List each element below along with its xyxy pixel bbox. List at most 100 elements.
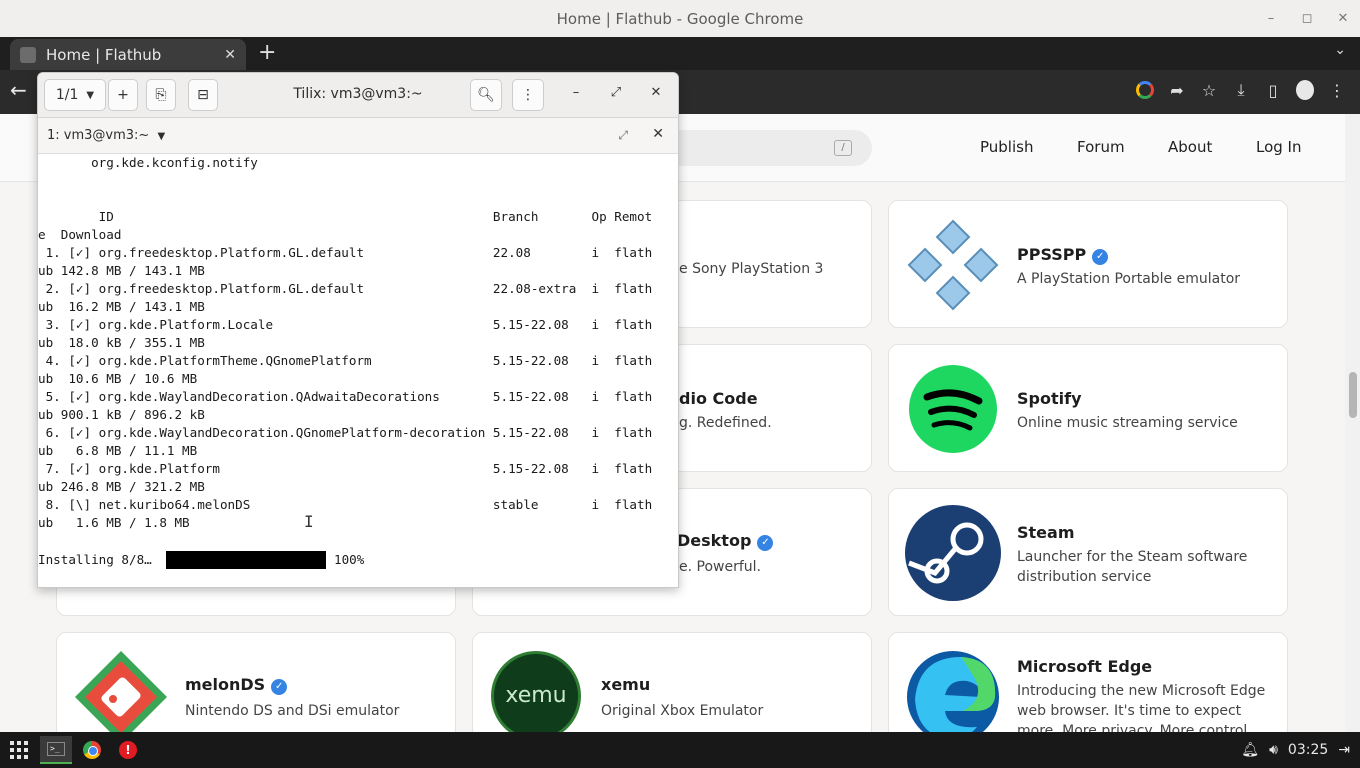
terminal-icon: >_ <box>47 742 65 756</box>
app-card-ppsspp[interactable]: PPSSPP ✓ A PlayStation Portable emulator <box>888 200 1288 328</box>
verified-check-icon: ✓ <box>271 679 288 695</box>
nav-about[interactable]: About <box>1168 138 1212 156</box>
nav-login[interactable]: Log In <box>1256 138 1302 156</box>
plus-icon: + <box>117 87 129 103</box>
tilix-title: Tilix: vm3@vm3:~ <box>293 86 423 102</box>
volume-icon[interactable]: 🔊︎ <box>1269 742 1278 758</box>
menu-kebab-icon: ⋮ <box>521 87 535 103</box>
side-panel-icon[interactable]: ▯ <box>1264 81 1282 100</box>
split-right-button[interactable]: ⎘ <box>146 79 176 111</box>
close-terminal-icon[interactable]: ✕ <box>652 126 664 142</box>
terminal-line: 5. [✓] org.kde.WaylandDecoration.QAdwait… <box>38 389 653 404</box>
tilix-maximize-button[interactable]: ⤢ <box>606 85 626 100</box>
toolbar-icons: ➦ ☆ ⤓ ▯ ⋮ <box>1136 80 1346 100</box>
text-cursor-icon: I <box>304 512 314 531</box>
app-card-xemu[interactable]: xemu xemu Original Xbox Emulator <box>472 632 872 732</box>
app-name: dio Code <box>679 389 758 408</box>
tilix-minimize-button[interactable]: – <box>566 85 586 100</box>
scrollbar-thumb[interactable] <box>1349 372 1357 418</box>
search-icon: 🔍︎ <box>477 87 495 103</box>
terminal-line: 8. [\] net.kuribo64.melonDS stable i fla… <box>38 497 653 512</box>
terminal-output[interactable]: Installing 8/8… 100% I org.kde.kconfig.n… <box>38 154 678 587</box>
taskbar-terminal[interactable]: >_ <box>40 736 72 764</box>
page-scrollbar[interactable] <box>1345 114 1360 732</box>
menu-kebab-icon[interactable]: ⋮ <box>1328 81 1346 100</box>
window-title: Home | Flathub - Google Chrome <box>556 9 804 28</box>
app-name: melonDS ✓ <box>185 675 288 695</box>
app-card-spotify[interactable]: Spotify Online music streaming service <box>888 344 1288 472</box>
notification-bell-icon[interactable]: 🔔︎ <box>1241 742 1259 758</box>
app-name: Spotify <box>1017 389 1082 408</box>
google-lens-icon[interactable] <box>1136 81 1154 99</box>
close-button[interactable]: ✕ <box>1336 11 1350 26</box>
split-down-button[interactable]: ⊟ <box>188 79 218 111</box>
nav-publish[interactable]: Publish <box>980 138 1033 156</box>
bookmark-star-icon[interactable]: ☆ <box>1200 81 1218 100</box>
chevron-down-icon: ▼ <box>157 131 166 142</box>
find-button[interactable]: 🔍︎ <box>470 79 502 111</box>
chevron-down-icon: ▼ <box>86 89 95 101</box>
tab-close-icon[interactable]: ✕ <box>224 47 236 63</box>
clock[interactable]: 03:25 <box>1288 742 1328 758</box>
verified-check-icon: ✓ <box>757 535 774 551</box>
app-description: e. Powerful. <box>679 559 761 575</box>
system-tray: 🔔︎ 🔊︎ 03:25 ⇥ <box>1241 732 1350 768</box>
minimize-button[interactable]: – <box>1264 11 1278 26</box>
terminal-line: ub 900.1 kB / 896.2 kB <box>38 407 205 422</box>
terminal-line: ub 16.2 MB / 143.1 MB <box>38 299 205 314</box>
back-button[interactable]: ← <box>10 78 27 102</box>
app-description: g. Redefined. <box>679 415 772 431</box>
terminal-line: 3. [✓] org.kde.Platform.Locale 5.15-22.0… <box>38 317 653 332</box>
terminal-line: ub 18.0 kB / 355.1 MB <box>38 335 205 350</box>
download-icon[interactable]: ⤓ <box>1232 80 1250 100</box>
tab-search-icon[interactable]: ⌄ <box>1334 42 1346 58</box>
share-icon[interactable]: ➦ <box>1168 81 1186 100</box>
tilix-menu-button[interactable]: ⋮ <box>512 79 544 111</box>
terminal-line: 1. [✓] org.freedesktop.Platform.GL.defau… <box>38 245 653 260</box>
tab-strip: Home | Flathub ✕ <box>0 37 1360 70</box>
alert-icon: ! <box>119 741 137 759</box>
tilix-terminal-window[interactable]: 1/1 ▼ + ⎘ ⊟ Tilix: vm3@vm3:~ 🔍︎ ⋮ – ⤢ ✕ … <box>37 72 679 588</box>
taskbar: >_ ! 🔔︎ 🔊︎ 03:25 ⇥ <box>0 732 1360 768</box>
app-name: Desktop ✓ <box>677 531 774 551</box>
logout-icon[interactable]: ⇥ <box>1338 742 1350 758</box>
app-card-edge[interactable]: Microsoft Edge Introducing the new Micro… <box>888 632 1288 732</box>
search-shortcut-key: / <box>834 140 852 156</box>
app-description: Online music streaming service <box>1017 415 1238 431</box>
terminal-line: ub 10.6 MB / 10.6 MB <box>38 371 198 386</box>
spotify-logo-icon <box>909 365 997 453</box>
new-tab-button[interactable]: + <box>258 38 276 68</box>
tab-title: Home | Flathub <box>46 45 162 64</box>
profile-avatar-icon[interactable] <box>1296 80 1314 100</box>
app-name: PPSSPP ✓ <box>1017 245 1109 265</box>
maximize-terminal-icon[interactable]: ⤢ <box>618 128 628 143</box>
terminal-line: 6. [✓] org.kde.WaylandDecoration.QGnomeP… <box>38 425 653 440</box>
terminal-line: 4. [✓] org.kde.PlatformTheme.QGnomePlatf… <box>38 353 653 368</box>
window-controls: – ◻ ✕ <box>1264 0 1350 37</box>
terminal-line: 2. [✓] org.freedesktop.Platform.GL.defau… <box>38 281 653 296</box>
taskbar-alert-app[interactable]: ! <box>112 736 144 764</box>
tilix-header-bar: 1/1 ▼ + ⎘ ⊟ Tilix: vm3@vm3:~ 🔍︎ ⋮ – ⤢ ✕ <box>38 73 678 118</box>
taskbar-chrome[interactable] <box>76 736 108 764</box>
xemu-logo-icon: xemu <box>491 651 581 732</box>
app-card-steam[interactable]: Steam Launcher for the Steam software di… <box>888 488 1288 616</box>
app-description: Launcher for the Steam software distribu… <box>1017 549 1248 585</box>
add-terminal-button[interactable]: + <box>108 79 138 111</box>
verified-check-icon: ✓ <box>1092 249 1109 265</box>
app-description: Nintendo DS and DSi emulator <box>185 703 400 719</box>
ppsspp-logo-icon <box>907 219 999 311</box>
tilix-close-button[interactable]: ✕ <box>646 85 666 100</box>
maximize-button[interactable]: ◻ <box>1300 11 1314 26</box>
app-name: Microsoft Edge <box>1017 657 1153 676</box>
app-grid-icon[interactable] <box>10 741 28 759</box>
install-progress-bar <box>166 551 326 569</box>
session-switcher-button[interactable]: 1/1 ▼ <box>44 79 106 111</box>
session-title[interactable]: 1: vm3@vm3:~ ▼ <box>47 128 165 143</box>
flathub-favicon-icon <box>20 46 36 63</box>
app-name: xemu <box>601 675 651 694</box>
steam-logo-icon <box>905 505 1001 601</box>
app-card-melonds[interactable]: melonDS ✓ Nintendo DS and DSi emulator <box>56 632 456 732</box>
terminal-line: ub 246.8 MB / 321.2 MB <box>38 479 205 494</box>
nav-forum[interactable]: Forum <box>1077 138 1125 156</box>
browser-tab[interactable]: Home | Flathub ✕ <box>10 39 246 70</box>
